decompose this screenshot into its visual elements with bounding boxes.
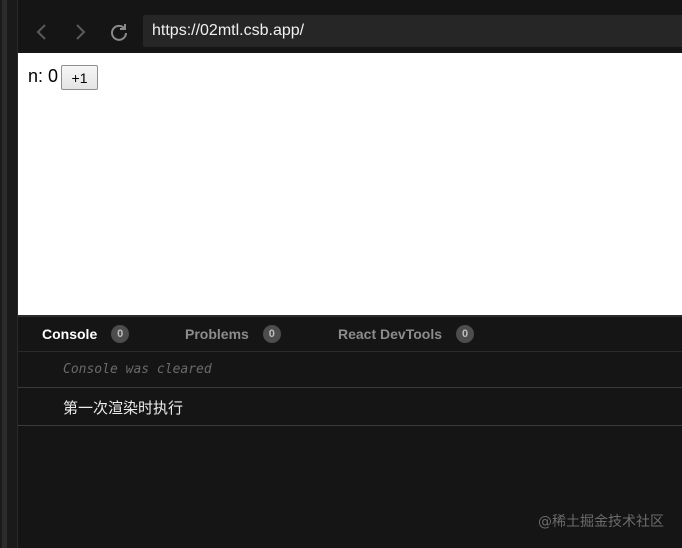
chevron-right-icon (76, 24, 86, 40)
console-cleared-line: Console was cleared (18, 351, 682, 388)
back-button[interactable] (28, 18, 56, 46)
tab-problems-label: Problems (185, 326, 249, 342)
tab-console[interactable]: Console 0 (42, 317, 130, 351)
console-log-line: 第一次渲染时执行 (18, 388, 682, 426)
tab-react-devtools-count: 0 (456, 325, 474, 343)
console-cleared-text: Console was cleared (63, 362, 212, 377)
tab-console-count: 0 (111, 325, 130, 343)
devtools-tabs: Console 0 Problems 0 React DevTools 0 (18, 317, 682, 351)
browser-toolbar: https://02mtl.csb.app/ (18, 0, 682, 53)
forward-button[interactable] (66, 18, 94, 46)
tab-react-devtools-label: React DevTools (338, 326, 442, 342)
counter-text: n: 0 (28, 66, 59, 86)
increment-button[interactable]: +1 (61, 65, 98, 90)
url-input[interactable]: https://02mtl.csb.app/ (143, 15, 682, 47)
watermark: @稀土掘金技术社区 (538, 514, 664, 530)
tab-console-label: Console (42, 326, 98, 342)
tab-problems[interactable]: Problems 0 (185, 317, 281, 351)
preview-pane: n: 0 +1 (18, 53, 682, 315)
console-log-text: 第一次渲染时执行 (63, 399, 184, 417)
editor-left-strip (0, 0, 18, 548)
editor-scrollbar[interactable] (2, 0, 7, 548)
refresh-button[interactable] (105, 18, 133, 46)
chevron-left-icon (36, 24, 46, 40)
refresh-icon (111, 24, 127, 41)
tab-react-devtools[interactable]: React DevTools 0 (338, 317, 474, 351)
tab-problems-count: 0 (262, 325, 281, 343)
